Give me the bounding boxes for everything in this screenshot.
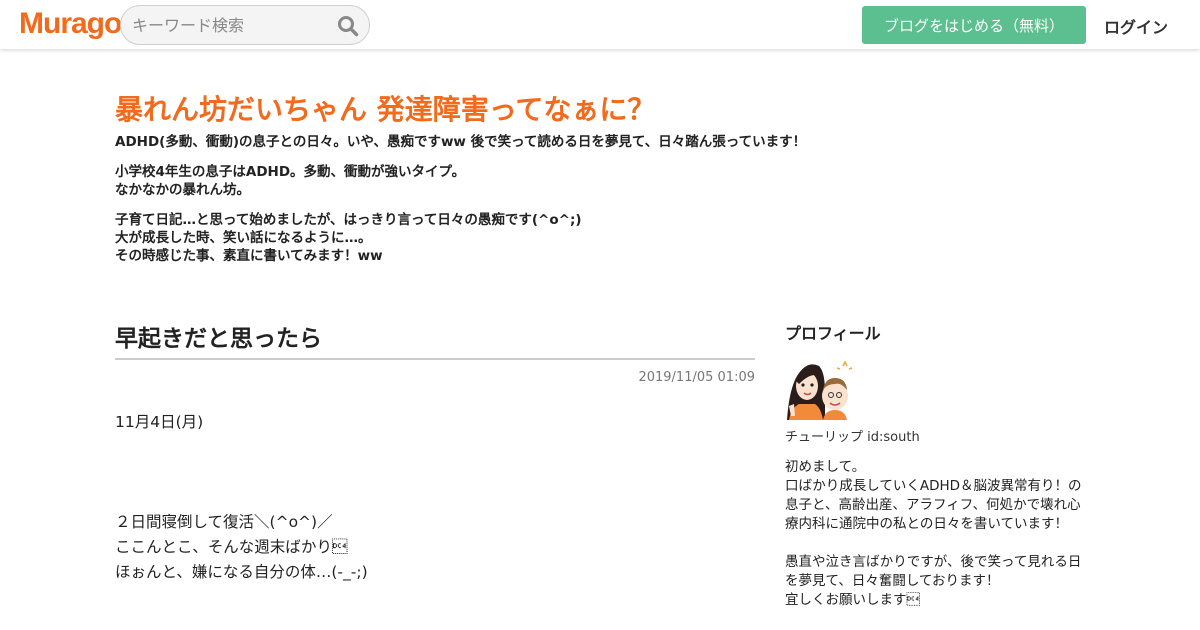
profile-name[interactable]: チューリップ id:south [785,428,1085,448]
article-title[interactable]: 早起きだと思ったら [115,322,755,360]
search-icon[interactable] [337,15,359,37]
blog-header: 暴れん坊だいちゃん 発達障害ってなぁに？ ADHD(多動、衝動)の息子との日々。… [115,90,1055,277]
search-input[interactable] [132,14,332,36]
login-link[interactable]: ログイン [1104,14,1168,38]
article: 早起きだと思ったら 2019/11/05 01:09 11月4日(月) ２日間寝… [115,322,755,585]
top-header: Muragon ブログをはじめる（無料） ログイン [0,0,1200,49]
article-body: 11月4日(月) ２日間寝倒して復活＼(^o^)／ ここんとこ、そんな週末ばかり… [115,413,368,581]
start-blog-button[interactable]: ブログをはじめる（無料） [862,6,1086,44]
profile-text: 初めまして。 口ばかり成長していくADHD＆脳波異常有り！の息子と、高齢出産、ア… [785,459,1082,608]
blog-desc-paragraph-2: 子育て日記…と思って始めましたが、はっきり言って日々の愚痴です(^o^;) 大が… [115,212,582,264]
blog-title[interactable]: 暴れん坊だいちゃん 発達障害ってなぁに？ [115,90,1055,130]
sidebar-profile: プロフィール チューリップ id:south 初めまして。 口ばかり成長していく… [785,322,1085,610]
profile-heading: プロフィール [785,324,881,343]
blog-desc-paragraph-1: 小学校4年生の息子はADHD。多動、衝動が強いタイプ。 なかなかの暴れん坊。 [115,164,466,198]
blog-tagline: ADHD(多動、衝動)の息子との日々。いや、愚痴ですww 後で笑って読める日を夢… [115,134,807,150]
blog-description: ADHD(多動、衝動)の息子との日々。いや、愚痴ですww 後で笑って読める日を夢… [115,133,1055,265]
search-box [120,5,370,45]
profile-avatar[interactable] [785,356,853,420]
avatar-illustration [785,356,853,420]
article-date: 2019/11/05 01:09 [638,370,755,385]
